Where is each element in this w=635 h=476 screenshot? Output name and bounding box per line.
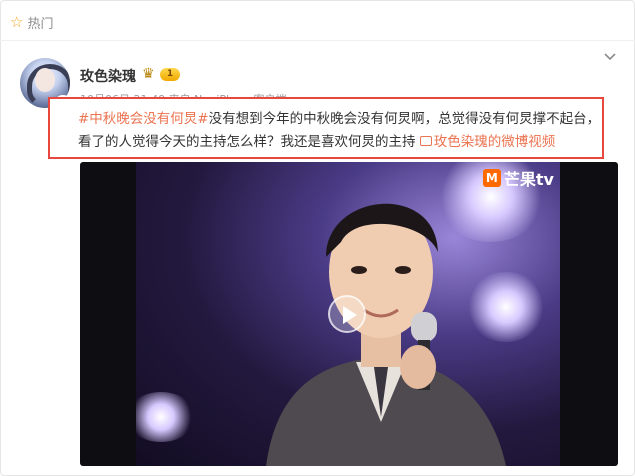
header-divider <box>0 40 635 41</box>
video-link-label: 玫色染瑰的微博视频 <box>433 134 556 150</box>
crown-icon: ♛ <box>142 66 155 82</box>
author-name[interactable]: 玫色染瑰 <box>80 66 136 86</box>
post-text: #中秋晚会没有何炅#没有想到今年的中秋晚会没有何炅啊，总觉得没有何炅撑不起台， … <box>48 97 604 159</box>
hot-label: 热门 <box>27 16 54 32</box>
post-text-line1: 没有想到今年的中秋晚会没有何炅啊，总觉得没有何炅撑不起台， <box>208 111 601 127</box>
hot-header: ☆ 热门 <box>10 12 53 32</box>
video-link[interactable]: 玫色染瑰的微博视频 <box>419 134 556 150</box>
presenter-image <box>266 203 506 466</box>
video-watermark: M 芒果tv <box>482 166 554 190</box>
play-button[interactable] <box>328 295 366 333</box>
level-badge: 1 <box>160 68 180 81</box>
mango-tv-logo-icon: M <box>482 169 501 187</box>
topic-link[interactable]: #中秋晚会没有何炅# <box>78 111 209 127</box>
post-text-line2: 看了的人觉得今天的主持怎么样？我还是喜欢何炅的主持 <box>78 134 420 150</box>
video-link-icon <box>419 136 432 146</box>
chevron-down-icon[interactable] <box>603 50 617 64</box>
watermark-text: 芒果tv <box>503 170 554 189</box>
video-player[interactable]: M 芒果tv 歌 <box>80 162 618 466</box>
star-outline-icon: ☆ <box>10 12 24 31</box>
